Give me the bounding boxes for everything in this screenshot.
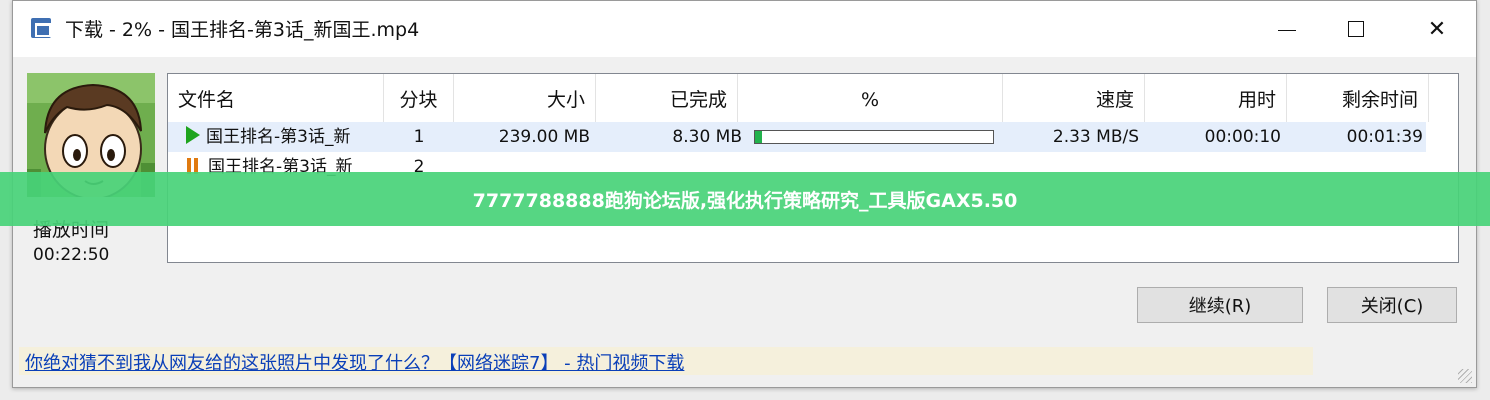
close-button[interactable]: 关闭(C) xyxy=(1327,287,1457,323)
column-header-elapsed[interactable]: 用时 xyxy=(1145,74,1287,122)
close-icon: ✕ xyxy=(1427,16,1447,42)
maximize-button[interactable] xyxy=(1326,1,1386,57)
minimize-icon xyxy=(1278,29,1296,31)
play-time-value: 00:22:50 xyxy=(33,245,110,265)
filename-text: 国王排名-第3话_新 xyxy=(206,127,351,147)
remaining-cell: 00:01:39 xyxy=(1346,127,1423,147)
progress-bar-fill xyxy=(755,131,763,143)
size-cell: 239.00 MB xyxy=(498,127,590,147)
done-cell: 8.30 MB xyxy=(672,127,742,147)
column-header-size[interactable]: 大小 xyxy=(454,74,596,122)
play-icon xyxy=(186,126,200,144)
close-window-button[interactable]: ✕ xyxy=(1407,1,1467,57)
download-app-icon xyxy=(31,18,51,38)
speed-cell: 2.33 MB/S xyxy=(1052,127,1139,147)
column-header-percent[interactable]: % xyxy=(738,74,1003,122)
progress-bar xyxy=(754,130,994,144)
elapsed-cell: 00:00:10 xyxy=(1204,127,1281,147)
column-header-done[interactable]: 已完成 xyxy=(596,74,738,122)
filename-cell: 国王排名-第3话_新 xyxy=(180,122,384,152)
column-header-chunk[interactable]: 分块 xyxy=(384,74,454,122)
table-row[interactable]: 国王排名-第3话_新 1 239.00 MB 8.30 MB 2.33 MB/S… xyxy=(168,122,1426,152)
list-header: 文件名 分块 大小 已完成 % 速度 用时 剩余时间 xyxy=(168,74,1458,122)
continue-button[interactable]: 继续(R) xyxy=(1137,287,1303,323)
column-header-remaining[interactable]: 剩余时间 xyxy=(1287,74,1429,122)
chunk-cell: 1 xyxy=(413,127,425,147)
download-list[interactable]: 文件名 分块 大小 已完成 % 速度 用时 剩余时间 国王排名-第3话_新 1 … xyxy=(167,73,1459,263)
column-header-filename[interactable]: 文件名 xyxy=(168,74,384,122)
title-bar: 下载 - 2% - 国王排名-第3话_新国王.mp4 ✕ xyxy=(13,1,1476,57)
overlay-banner-text: 7777788888跑狗论坛版,强化执行策略研究_工具版GAX5.50 xyxy=(472,189,1018,212)
ad-link[interactable]: 你绝对猜不到我从网友给的这张照片中发现了什么？【网络迷踪7】 - 热门视频下载 xyxy=(25,349,684,375)
maximize-icon xyxy=(1348,21,1364,37)
minimize-button[interactable] xyxy=(1257,1,1317,57)
window-title: 下载 - 2% - 国王排名-第3话_新国王.mp4 xyxy=(65,19,420,41)
overlay-banner: 7777788888跑狗论坛版,强化执行策略研究_工具版GAX5.50 xyxy=(0,172,1490,226)
column-header-speed[interactable]: 速度 xyxy=(1003,74,1145,122)
resize-grip-icon[interactable] xyxy=(1458,369,1472,383)
ad-bar: 你绝对猜不到我从网友给的这张照片中发现了什么？【网络迷踪7】 - 热门视频下载 xyxy=(19,347,1313,375)
